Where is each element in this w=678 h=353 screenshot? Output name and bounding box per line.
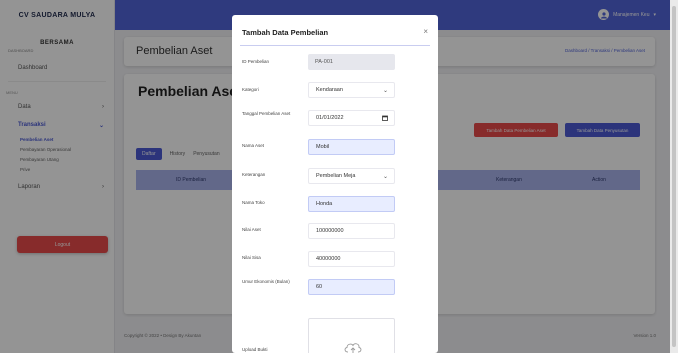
field-value: PA-001 [315,59,333,65]
store-name-field[interactable]: Honda [308,196,395,212]
field-value: 01/01/2022 [316,115,344,121]
field-label: Upload Bukti [242,347,268,352]
purchase-date-field[interactable]: 01/01/2022 [308,110,395,126]
field-label: Umur Ekonomis (Bulan) [242,279,290,284]
modal-title: Tambah Data Pembelian [242,28,329,37]
scrollbar-thumb[interactable] [672,6,676,347]
category-select[interactable]: Kendaraan ⌄ [308,82,395,98]
asset-name-field[interactable]: Mobil [308,139,395,155]
field-label: Nama Aset [242,143,265,148]
purchase-id-field[interactable]: PA-001 [308,54,395,70]
divider [240,45,430,46]
field-label: Nilai Aset [242,227,261,232]
cloud-upload-icon [344,343,362,353]
upload-dropzone[interactable] [308,318,395,353]
field-label: Tanggal Pembelian Aset [242,111,291,116]
page-scrollbar[interactable] [670,0,678,353]
calendar-icon[interactable] [382,115,388,123]
field-value: Honda [316,201,333,207]
field-label: Nilai Sisa [242,255,261,260]
asset-value-field[interactable]: 100000000 [308,223,395,239]
chevron-down-icon: ⌄ [382,88,388,94]
chevron-down-icon: ⌄ [382,174,388,180]
field-label: ID Pembelian [242,59,270,64]
field-value: Pembelian Meja [316,173,356,179]
add-purchase-modal: Tambah Data Pembelian × ID Pembelian PA-… [232,15,438,353]
close-icon[interactable]: × [423,27,428,36]
field-label: Nama Toko [242,200,265,205]
field-value: Kendaraan [316,87,343,93]
description-select[interactable]: Pembelian Meja ⌄ [308,168,395,184]
field-label: Keterangan [242,172,266,177]
field-value: 100000000 [316,228,344,234]
field-value: 60 [316,284,323,290]
economic-life-field[interactable]: 60 [308,279,395,295]
field-value: 40000000 [316,256,341,262]
residual-value-field[interactable]: 40000000 [308,251,395,267]
field-label: Kategori [242,87,259,92]
field-value: Mobil [316,144,330,150]
